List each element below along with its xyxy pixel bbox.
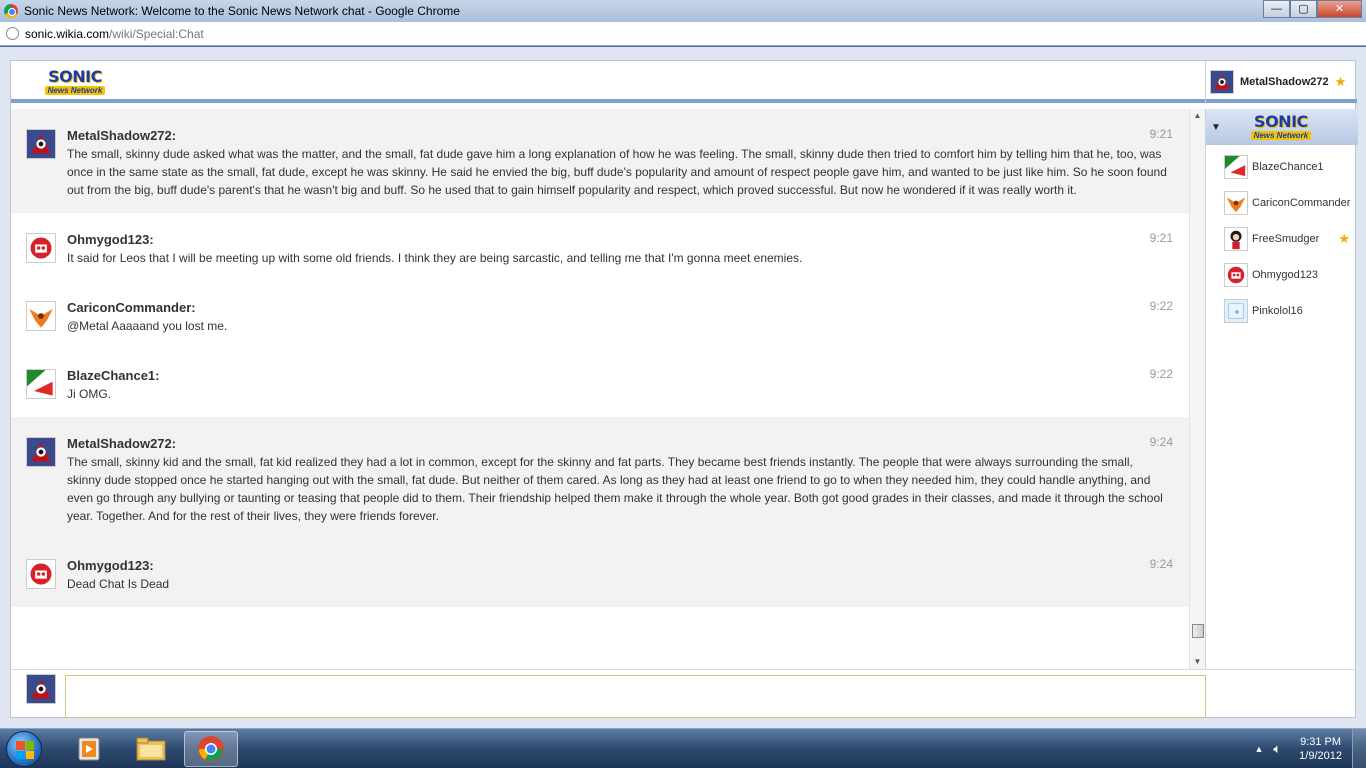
media-player-icon	[78, 737, 100, 761]
chrome-icon	[4, 4, 18, 18]
taskbar-chrome[interactable]	[184, 731, 238, 767]
wiki-logo-subtitle: News Network	[45, 86, 105, 95]
message-time: 9:21	[1149, 127, 1173, 141]
user-list-name: BlazeChance1	[1252, 161, 1324, 173]
message-text: The small, skinny dude asked what was th…	[67, 147, 1167, 197]
collapse-triangle-icon[interactable]: ▼	[1211, 122, 1221, 133]
avatar	[1224, 191, 1248, 215]
user-list-item[interactable]: BlazeChance1	[1206, 149, 1358, 185]
maximize-button[interactable]: ▢	[1290, 0, 1317, 18]
message-list[interactable]: MetalShadow272: The small, skinny dude a…	[11, 109, 1189, 669]
user-list-name: FreeSmudger	[1252, 233, 1320, 245]
message-scrollbar[interactable]: ▲ ▼	[1189, 109, 1205, 669]
message-time: 9:21	[1149, 231, 1173, 245]
user-list-sidebar: ▼ SONIC News Network BlazeChance1 Carico…	[1205, 109, 1358, 669]
folder-icon	[136, 737, 166, 761]
avatar	[1224, 155, 1248, 179]
show-hidden-icons-icon[interactable]: ▲	[1254, 744, 1263, 754]
user-list-item[interactable]: Pinkolol16	[1206, 293, 1358, 329]
clock[interactable]: 9:31 PM 1/9/2012	[1299, 735, 1342, 763]
message-author[interactable]: Ohmygod123:	[67, 557, 1169, 575]
message-author[interactable]: MetalShadow272:	[67, 435, 1169, 453]
windows-taskbar: ▲ 🔈︎ 9:31 PM 1/9/2012	[0, 728, 1366, 768]
avatar[interactable]	[26, 301, 56, 331]
taskbar-explorer[interactable]	[124, 731, 178, 767]
message-input[interactable]	[65, 675, 1206, 718]
message-text: The small, skinny kid and the small, fat…	[67, 455, 1163, 523]
message-author[interactable]: CariconCommander:	[67, 299, 1169, 317]
message-text: It said for Leos that I will be meeting …	[67, 251, 803, 265]
user-list-name: Ohmygod123	[1252, 269, 1319, 281]
wiki-room-header[interactable]: ▼ SONIC News Network	[1206, 109, 1358, 145]
scroll-down-icon[interactable]: ▼	[1190, 655, 1205, 669]
chat-message: CariconCommander: @Metal Aaaaand you los…	[11, 281, 1189, 349]
window-controls: — ▢ ✕	[1263, 0, 1362, 18]
chat-message: Ohmygod123: It said for Leos that I will…	[11, 213, 1189, 281]
system-tray: ▲ 🔈︎ 9:31 PM 1/9/2012	[1254, 729, 1366, 768]
message-author[interactable]: MetalShadow272:	[67, 127, 1169, 145]
avatar[interactable]	[26, 559, 56, 589]
volume-icon[interactable]: 🔈︎	[1273, 741, 1281, 757]
wiki-logo-title: SONIC	[1254, 112, 1308, 131]
scroll-up-icon[interactable]: ▲	[1190, 109, 1205, 123]
show-desktop-button[interactable]	[1352, 729, 1366, 768]
scroll-thumb[interactable]	[1192, 624, 1204, 638]
message-time: 9:22	[1149, 367, 1173, 381]
url-host: sonic.wikia.com	[25, 26, 110, 41]
message-time: 9:24	[1149, 435, 1173, 449]
user-list-name: CariconCommander	[1252, 197, 1351, 209]
avatar	[1224, 263, 1248, 287]
wiki-logo[interactable]: SONIC News Network	[45, 69, 105, 95]
message-time: 9:22	[1149, 299, 1173, 313]
star-icon: ★	[1334, 74, 1347, 89]
avatar	[1224, 227, 1248, 251]
message-author[interactable]: Ohmygod123:	[67, 231, 1169, 249]
browser-title-bar: Sonic News Network: Welcome to the Sonic…	[0, 0, 1366, 22]
message-text: Ji OMG.	[67, 387, 111, 401]
user-list: BlazeChance1 CariconCommander FreeSmudge…	[1206, 149, 1358, 329]
avatar[interactable]	[26, 369, 56, 399]
chat-window: SONIC News Network MetalShadow272 ★ Meta…	[10, 60, 1358, 719]
avatar	[26, 674, 56, 704]
input-row	[11, 669, 1357, 719]
chat-message: MetalShadow272: The small, skinny kid an…	[11, 417, 1189, 539]
message-author[interactable]: BlazeChance1:	[67, 367, 1169, 385]
chat-message: BlazeChance1: Ji OMG. 9:22	[11, 349, 1189, 417]
wiki-logo-title: SONIC	[48, 67, 102, 86]
wiki-logo: SONIC News Network	[1250, 112, 1311, 140]
url-path: /wiki/Special:Chat	[109, 26, 204, 41]
avatar[interactable]	[26, 129, 56, 159]
chrome-icon	[198, 736, 224, 762]
user-list-item[interactable]: FreeSmudger ★	[1206, 221, 1358, 257]
page-content: SONIC News Network MetalShadow272 ★ Meta…	[0, 47, 1366, 728]
avatar[interactable]	[26, 437, 56, 467]
chat-message: MetalShadow272: The small, skinny dude a…	[11, 109, 1189, 213]
user-list-item[interactable]: CariconCommander	[1206, 185, 1358, 221]
page-info-icon[interactable]	[6, 27, 19, 40]
message-time: 9:24	[1149, 557, 1173, 571]
clock-time: 9:31 PM	[1300, 736, 1342, 748]
address-bar[interactable]: sonic.wikia.com /wiki/Special:Chat	[0, 22, 1366, 46]
star-icon: ★	[1338, 231, 1350, 246]
message-text: @Metal Aaaaand you lost me.	[67, 319, 228, 333]
wiki-logo-subtitle: News Network	[1250, 131, 1311, 140]
clock-date: 1/9/2012	[1299, 750, 1342, 762]
start-button[interactable]	[6, 731, 42, 767]
chat-header: SONIC News Network MetalShadow272 ★	[11, 61, 1357, 103]
avatar[interactable]	[26, 233, 56, 263]
taskbar-media-player[interactable]	[62, 731, 116, 767]
current-user-name: MetalShadow272	[1240, 76, 1329, 88]
message-text: Dead Chat Is Dead	[67, 577, 170, 591]
windows-logo-icon	[16, 741, 34, 759]
close-button[interactable]: ✕	[1317, 0, 1362, 18]
avatar	[1210, 70, 1234, 94]
window-title: Sonic News Network: Welcome to the Sonic…	[24, 4, 460, 18]
user-list-item[interactable]: Ohmygod123	[1206, 257, 1358, 293]
user-list-name: Pinkolol16	[1252, 305, 1303, 317]
current-user[interactable]: MetalShadow272 ★	[1205, 61, 1357, 103]
chat-message: Ohmygod123: Dead Chat Is Dead 9:24	[11, 539, 1189, 607]
avatar	[1224, 299, 1248, 323]
minimize-button[interactable]: —	[1263, 0, 1290, 18]
